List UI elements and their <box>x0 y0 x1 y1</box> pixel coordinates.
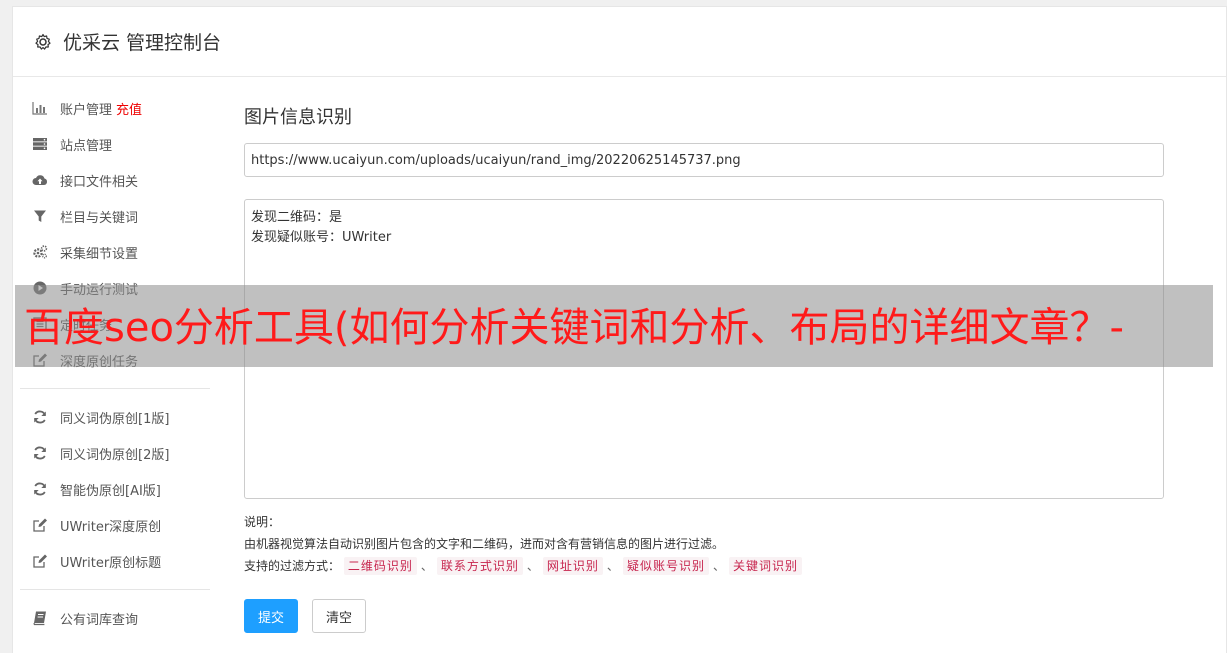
sidebar-item-label: 栏目与关键词 <box>60 210 139 226</box>
filter-tag: 二维码识别 <box>343 557 417 575</box>
sidebar-item[interactable]: 智能伪原创[AI版] <box>20 471 210 507</box>
sidebar-item-label: UWriter原创标题 <box>60 555 162 571</box>
image-url-input[interactable] <box>244 143 1164 177</box>
gears-icon <box>32 244 48 260</box>
refresh-icon <box>32 481 48 497</box>
sidebar-item-label: 同义词伪原创[2版] <box>60 447 170 463</box>
edit-icon <box>32 553 48 569</box>
edit-icon <box>32 517 48 533</box>
bar-chart-icon <box>32 100 48 116</box>
sidebar-item[interactable]: 公有词库查询 <box>20 600 210 636</box>
sidebar-item[interactable]: 账户管理 充值 <box>20 90 210 126</box>
server-icon <box>32 136 48 152</box>
filter-separator: 、 <box>712 559 725 573</box>
sidebar-item-label: 账户管理 <box>60 102 113 118</box>
sidebar-item-label: 采集细节设置 <box>60 246 139 262</box>
sidebar-item[interactable]: 接口文件相关 <box>20 162 210 198</box>
notes: 说明： 由机器视觉算法自动识别图片包含的文字和二维码，进而对含有营销信息的图片进… <box>244 511 1164 577</box>
filter-tag: 联系方式识别 <box>436 557 523 575</box>
sidebar-divider <box>20 589 210 590</box>
cloud-upload-icon <box>32 172 48 188</box>
notes-text: 由机器视觉算法自动识别图片包含的文字和二维码，进而对含有营销信息的图片进行过滤。 <box>244 537 725 551</box>
sidebar-item[interactable]: 同义词伪原创[1版] <box>20 399 210 435</box>
filter-separator: 、 <box>526 559 539 573</box>
gear-icon <box>33 32 53 52</box>
recharge-link[interactable]: 充值 <box>116 99 142 118</box>
result-line: 发现疑似账号：UWriter <box>251 230 392 245</box>
sidebar-item[interactable]: UWriter原创标题 <box>20 543 210 579</box>
refresh-icon <box>32 409 48 425</box>
filters-row: 支持的过滤方式： 二维码识别、联系方式识别、网址识别、疑似账号识别、关键词识别 <box>244 555 1164 577</box>
sidebar-item-label: UWriter深度原创 <box>60 519 162 535</box>
book-icon <box>32 610 48 626</box>
button-row: 提交 清空 <box>244 599 1164 633</box>
filter-separator: 、 <box>420 559 433 573</box>
section-title: 图片信息识别 <box>244 107 352 128</box>
clear-button[interactable]: 清空 <box>312 599 366 633</box>
filters-label: 支持的过滤方式： <box>244 559 341 573</box>
page-title: 优采云 管理控制台 <box>63 32 222 54</box>
notes-label: 说明： <box>244 515 281 529</box>
sidebar-item-label: 公有词库查询 <box>60 612 139 628</box>
sidebar-item[interactable]: UWriter深度原创 <box>20 507 210 543</box>
sidebar-item-label: 同义词伪原创[1版] <box>60 411 170 427</box>
sidebar-item[interactable]: 站点管理 <box>20 126 210 162</box>
filter-separator: 、 <box>606 559 619 573</box>
sidebar-item[interactable]: 同义词伪原创[2版] <box>20 435 210 471</box>
sidebar-item-label: 站点管理 <box>60 138 113 154</box>
filter-tag: 关键词识别 <box>728 557 802 575</box>
sidebar-item-label: 接口文件相关 <box>60 174 139 190</box>
submit-button[interactable]: 提交 <box>244 599 298 633</box>
sidebar-item-label: 智能伪原创[AI版] <box>60 483 161 499</box>
filter-icon <box>32 208 48 224</box>
sidebar-item[interactable]: 采集细节设置 <box>20 234 210 270</box>
sidebar-item[interactable]: 栏目与关键词 <box>20 198 210 234</box>
sidebar-divider <box>20 388 210 389</box>
filter-tag: 网址识别 <box>542 557 603 575</box>
watermark-overlay-text: 百度seo分析工具(如何分析关键词和分析、布局的详细文章？- <box>24 305 1124 351</box>
result-line: 发现二维码：是 <box>251 210 343 225</box>
refresh-icon <box>32 445 48 461</box>
page-header: 优采云 管理控制台 <box>13 7 1226 77</box>
filter-tag: 疑似账号识别 <box>622 557 709 575</box>
